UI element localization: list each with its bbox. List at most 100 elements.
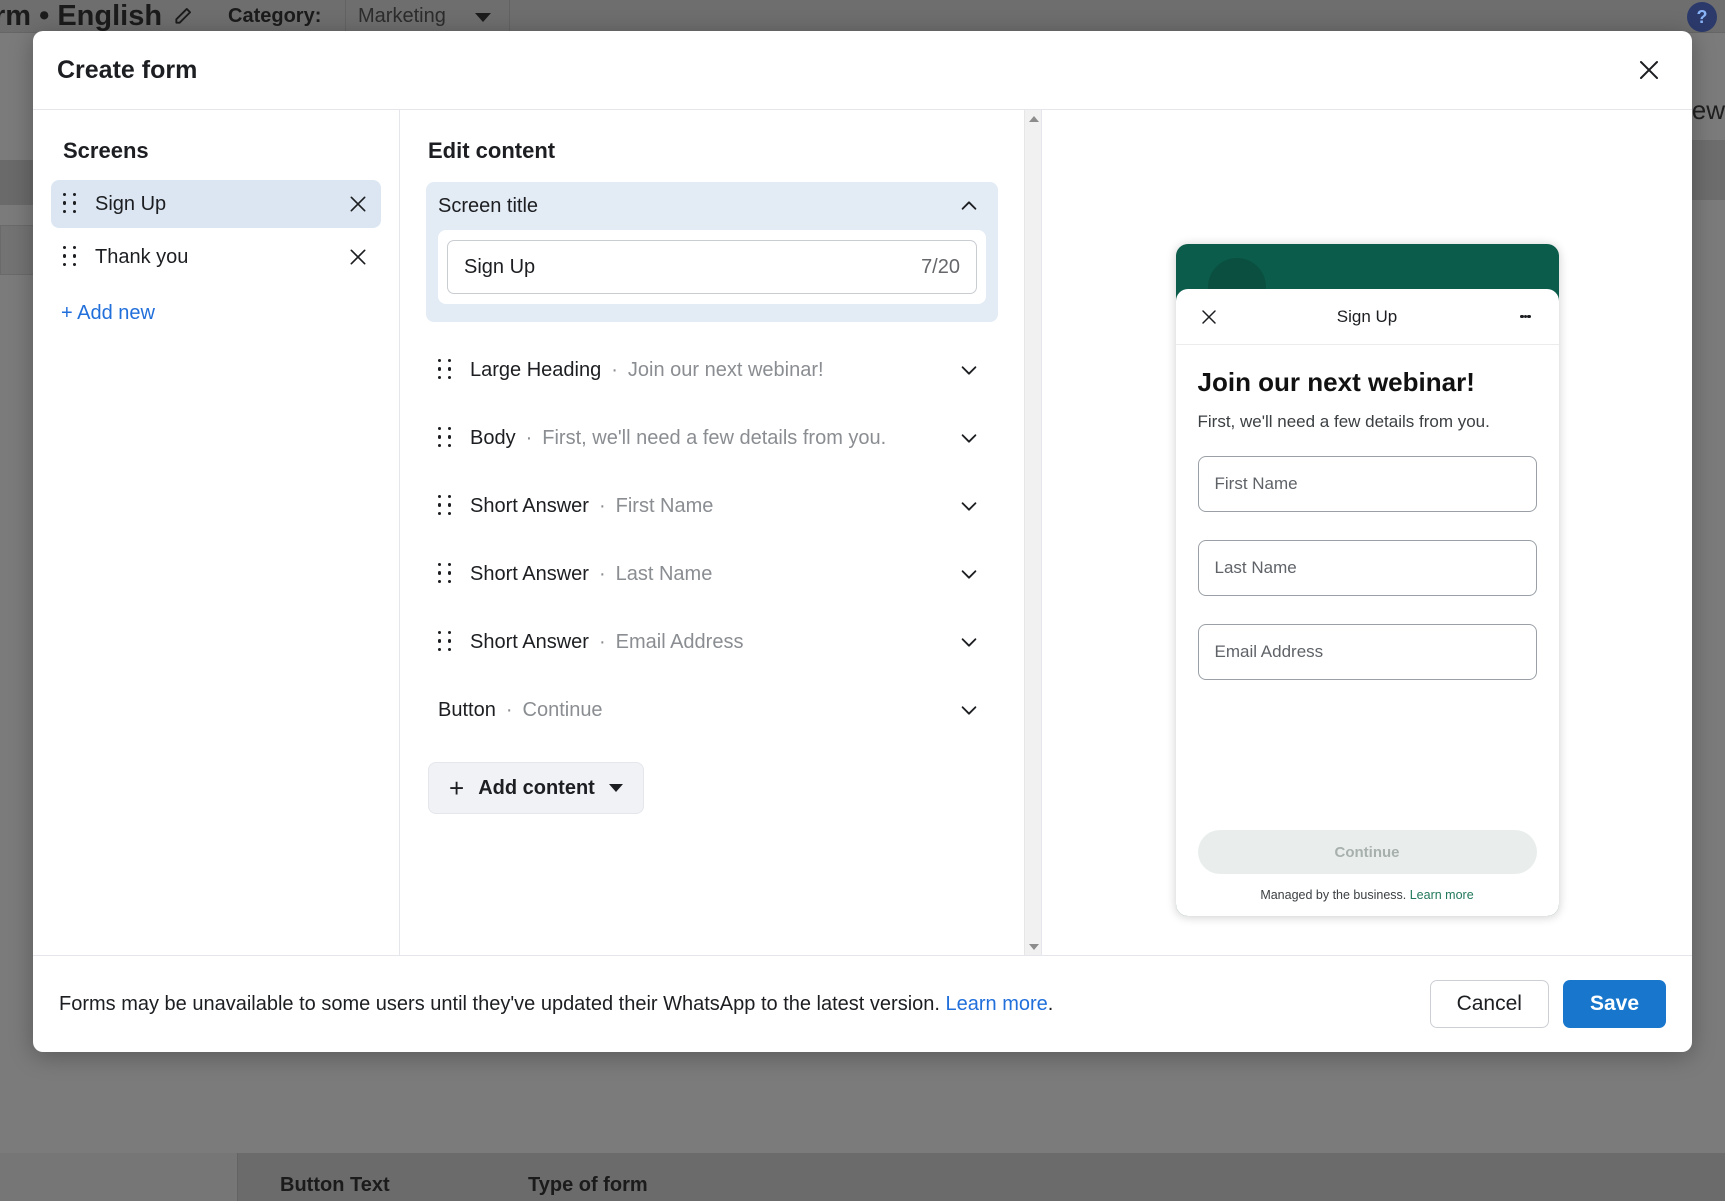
managed-by-business-text: Managed by the business. <box>1260 888 1406 902</box>
dialog-footer: Forms may be unavailable to some users u… <box>33 955 1692 1052</box>
flow-heading: Join our next webinar! <box>1198 367 1537 398</box>
background-bottom-sidebar <box>0 1153 238 1201</box>
content-row-type: Large Heading <box>470 359 601 382</box>
content-row-value: First, we'll need a few details from you… <box>542 427 952 450</box>
chevron-down-icon <box>475 13 491 22</box>
edit-content-scrollbar[interactable] <box>1024 110 1041 955</box>
flow-content: Join our next webinar! First, we'll need… <box>1176 345 1559 830</box>
chevron-down-icon <box>609 784 623 792</box>
screen-item-label: Sign Up <box>95 193 343 216</box>
screens-panel: Screens Sign Up Thank you <box>33 110 400 955</box>
drag-handle-icon[interactable] <box>438 563 454 585</box>
screen-item-sign-up[interactable]: Sign Up <box>51 180 381 228</box>
background-label-button-text: Button Text <box>280 1174 390 1197</box>
footer-disclaimer: Forms may be unavailable to some users u… <box>59 993 1430 1016</box>
content-row-type: Short Answer <box>470 631 589 654</box>
content-row-type: Button <box>438 699 496 722</box>
cancel-button[interactable]: Cancel <box>1430 980 1549 1028</box>
footer-disclaimer-text: Forms may be unavailable to some users u… <box>59 993 940 1015</box>
background-topbar: rm • English Category: Marketing ? <box>0 0 1725 33</box>
drag-handle-icon[interactable] <box>63 193 79 215</box>
background-bottom-strip: Button Text Type of form <box>0 1153 1725 1201</box>
content-row-button[interactable]: Button · Continue <box>426 676 998 744</box>
flow-topbar: Sign Up <box>1176 289 1559 345</box>
chevron-down-icon[interactable] <box>952 421 986 455</box>
content-row-separator: · <box>526 427 533 450</box>
background-page-title: rm • English <box>0 0 162 33</box>
remove-screen-icon[interactable] <box>343 242 373 272</box>
phone-preview: Sign Up Join our next webinar! First, we… <box>1176 244 1559 916</box>
screen-title-char-counter: 7/20 <box>921 256 960 279</box>
add-new-screen-button[interactable]: + Add new <box>61 302 155 325</box>
screen-title-card-header[interactable]: Screen title <box>438 182 986 230</box>
scroll-up-arrow-icon[interactable] <box>1025 110 1042 127</box>
kebab-menu-icon[interactable] <box>1509 300 1543 334</box>
footer-period: . <box>1048 993 1054 1015</box>
scroll-down-arrow-icon[interactable] <box>1025 938 1042 955</box>
add-content-label: Add content <box>478 777 595 800</box>
preview-field-email-address[interactable]: Email Address <box>1198 624 1537 680</box>
preview-field-last-name[interactable]: Last Name <box>1198 540 1537 596</box>
drag-handle-icon[interactable] <box>438 631 454 653</box>
chevron-down-icon[interactable] <box>952 489 986 523</box>
create-form-dialog: Create form Screens Sign Up Thank <box>33 31 1692 1052</box>
background-category-select[interactable]: Marketing <box>345 0 510 33</box>
screens-heading: Screens <box>63 138 381 164</box>
close-icon[interactable] <box>1628 49 1670 91</box>
content-row-type: Body <box>470 427 516 450</box>
drag-handle-icon[interactable] <box>63 246 79 268</box>
content-row-separator: · <box>599 631 606 654</box>
content-row-value: Join our next webinar! <box>628 359 952 382</box>
content-row-type: Short Answer <box>470 563 589 586</box>
screen-item-thank-you[interactable]: Thank you <box>51 233 381 281</box>
edit-content-heading: Edit content <box>428 138 998 164</box>
drag-handle-icon[interactable] <box>438 359 454 381</box>
dialog-header: Create form <box>33 31 1692 110</box>
content-row-value: Last Name <box>616 563 952 586</box>
content-row-separator: · <box>506 699 513 722</box>
flow-footer: Continue Managed by the business. Learn … <box>1176 830 1559 916</box>
form-preview-panel: Sign Up Join our next webinar! First, we… <box>1042 110 1692 955</box>
add-content-button[interactable]: + Add content <box>428 762 644 814</box>
managed-learn-more-link[interactable]: Learn more <box>1410 888 1474 902</box>
plus-icon: + <box>449 775 464 801</box>
content-row-short-answer-last-name[interactable]: Short Answer · Last Name <box>426 540 998 608</box>
screen-title-card: Screen title 7/20 <box>426 182 998 322</box>
content-row-separator: · <box>599 495 606 518</box>
content-row-short-answer-first-name[interactable]: Short Answer · First Name <box>426 472 998 540</box>
chevron-down-icon[interactable] <box>952 625 986 659</box>
screen-title-label: Screen title <box>438 195 952 218</box>
edit-content-scroll-area: Edit content Screen title 7/20 <box>400 110 1024 955</box>
preview-field-first-name[interactable]: First Name <box>1198 456 1537 512</box>
content-row-short-answer-email-address[interactable]: Short Answer · Email Address <box>426 608 998 676</box>
help-icon[interactable]: ? <box>1687 2 1717 32</box>
dialog-body: Screens Sign Up Thank you <box>33 110 1692 955</box>
chevron-down-icon[interactable] <box>952 557 986 591</box>
flow-sheet: Sign Up Join our next webinar! First, we… <box>1176 289 1559 916</box>
flow-title: Sign Up <box>1226 307 1509 327</box>
content-row-large-heading[interactable]: Large Heading · Join our next webinar! <box>426 336 998 404</box>
content-row-value: First Name <box>616 495 952 518</box>
preview-continue-button[interactable]: Continue <box>1198 830 1537 874</box>
background-category-value: Marketing <box>358 0 446 33</box>
screen-title-input-box[interactable]: 7/20 <box>447 240 977 294</box>
remove-screen-icon[interactable] <box>343 189 373 219</box>
save-button[interactable]: Save <box>1563 980 1666 1028</box>
content-row-separator: · <box>599 563 606 586</box>
managed-by-business-note: Managed by the business. Learn more <box>1198 888 1537 902</box>
chevron-up-icon[interactable] <box>952 189 986 223</box>
chevron-down-icon[interactable] <box>952 693 986 727</box>
drag-handle-icon[interactable] <box>438 427 454 449</box>
footer-learn-more-link[interactable]: Learn more <box>946 993 1048 1015</box>
background-label-type-of-form: Type of form <box>528 1174 648 1197</box>
edit-content-panel: Edit content Screen title 7/20 <box>400 110 1042 955</box>
content-row-separator: · <box>611 359 618 382</box>
content-row-body[interactable]: Body · First, we'll need a few details f… <box>426 404 998 472</box>
screen-title-input[interactable] <box>464 256 911 279</box>
close-icon[interactable] <box>1192 300 1226 334</box>
chevron-down-icon[interactable] <box>952 353 986 387</box>
drag-handle-icon[interactable] <box>438 495 454 517</box>
screen-item-label: Thank you <box>95 246 343 269</box>
screen-title-input-wrapper: 7/20 <box>438 230 986 304</box>
edit-pencil-icon <box>173 6 193 26</box>
